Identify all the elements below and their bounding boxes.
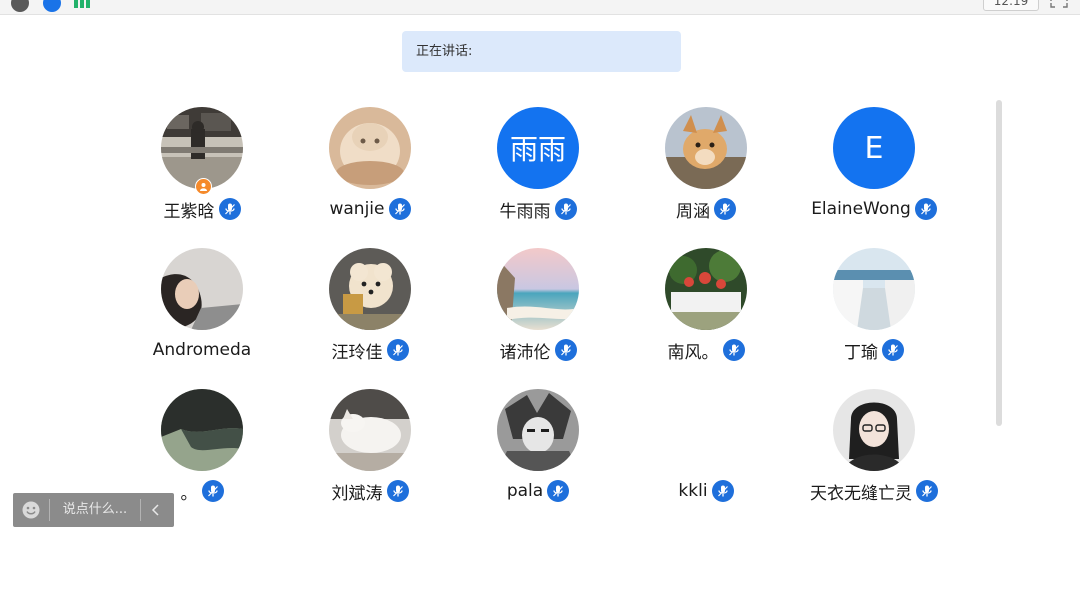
participant-name-line: 周涵	[622, 196, 790, 222]
participant-name: 周涵	[676, 201, 710, 222]
fullscreen-icon[interactable]	[1050, 0, 1068, 8]
participant-tile[interactable]: 诸沛伦	[454, 248, 622, 378]
participant-name-line: 王紫晗	[118, 196, 286, 222]
participant-tile[interactable]: pala	[454, 389, 622, 519]
participant-tile[interactable]: E ElaineWong	[790, 107, 958, 237]
clock-time: 12:19	[983, 0, 1039, 11]
participant-grid: 王紫晗 wanjie 雨雨 牛雨雨 周涵 E ElaineWong Androm…	[118, 0, 958, 604]
microphone-icon[interactable]	[201, 480, 224, 502]
participant-name-line: wanjie	[286, 196, 454, 222]
bar-grid-icon[interactable]	[74, 0, 92, 8]
microphone-icon[interactable]	[218, 198, 241, 220]
avatar[interactable]	[665, 107, 747, 189]
participant-name: 汪玲佳	[331, 342, 383, 363]
participant-name-line: ElaineWong	[790, 196, 958, 222]
avatar[interactable]	[329, 389, 411, 471]
microphone-icon[interactable]	[714, 198, 736, 220]
microphone-icon[interactable]	[916, 480, 938, 502]
participant-name-line: pala	[454, 478, 622, 504]
participant-name: 南风。	[667, 342, 719, 363]
participant-name: Andromeda	[152, 340, 252, 360]
microphone-icon[interactable]	[882, 339, 904, 361]
microphone-icon[interactable]	[711, 480, 734, 502]
participant-name: 天衣无缝亡灵	[810, 483, 912, 504]
vertical-scrollbar[interactable]	[996, 100, 1002, 426]
participant-name-line: 丁瑜	[790, 337, 958, 363]
microphone-icon[interactable]	[554, 339, 577, 361]
microphone-icon[interactable]	[554, 198, 577, 220]
participant-name-line: 牛雨雨	[454, 196, 622, 222]
participant-tile[interactable]: 王紫晗	[118, 107, 286, 237]
avatar-text: 雨雨	[509, 133, 566, 166]
participant-name: 丁瑜	[844, 342, 878, 363]
participant-tile[interactable]: wanjie	[286, 107, 454, 237]
avatar[interactable]: E	[833, 107, 915, 189]
participant-name: 刘斌涛	[331, 483, 383, 504]
participant-name-line: 天衣无缝亡灵	[790, 478, 958, 504]
chevron-left-icon[interactable]	[141, 493, 171, 527]
participant-name: wanjie	[329, 199, 385, 219]
avatar[interactable]	[497, 389, 579, 471]
info-icon[interactable]	[11, 0, 29, 12]
avatar[interactable]: 雨雨	[497, 107, 579, 189]
chat-input[interactable]: 说点什么...	[50, 493, 140, 527]
microphone-icon[interactable]	[388, 198, 411, 220]
participant-name-line: 诸沛伦	[454, 337, 622, 363]
avatar-text: E	[864, 130, 884, 166]
shield-icon[interactable]	[43, 0, 61, 12]
microphone-icon[interactable]	[386, 480, 409, 502]
participant-tile[interactable]: 汪玲佳	[286, 248, 454, 378]
avatar[interactable]	[329, 107, 411, 189]
avatar[interactable]	[665, 248, 747, 330]
microphone-icon[interactable]	[547, 480, 570, 502]
participant-tile[interactable]: 丁瑜	[790, 248, 958, 378]
participant-name-line: 刘斌涛	[286, 478, 454, 504]
participant-name: 牛雨雨	[499, 201, 551, 222]
participant-name: 诸沛伦	[499, 342, 551, 363]
host-badge	[195, 178, 212, 195]
participant-name-line: 汪玲佳	[286, 337, 454, 363]
avatar[interactable]	[161, 248, 243, 330]
chat-bar: 说点什么...	[13, 493, 174, 527]
participant-tile[interactable]: 周涵	[622, 107, 790, 237]
participant-name-line: Andromeda	[118, 337, 286, 363]
avatar[interactable]	[161, 389, 243, 471]
avatar[interactable]	[161, 107, 243, 189]
avatar[interactable]	[833, 248, 915, 330]
avatar[interactable]	[833, 389, 915, 471]
participant-tile[interactable]: 南风。	[622, 248, 790, 378]
participant-tile[interactable]: 天衣无缝亡灵	[790, 389, 958, 519]
participant-tile[interactable]: 雨雨 牛雨雨	[454, 107, 622, 237]
avatar[interactable]	[329, 248, 411, 330]
participant-tile[interactable]: 刘斌涛	[286, 389, 454, 519]
participant-tile[interactable]: Andromeda	[118, 248, 286, 378]
microphone-icon[interactable]	[386, 339, 409, 361]
participant-name: ElaineWong	[811, 199, 911, 219]
participant-name-line: 南风。	[622, 337, 790, 363]
participant-name: pala	[506, 481, 544, 501]
participant-tile[interactable]: kkli	[622, 389, 790, 519]
microphone-icon[interactable]	[914, 198, 937, 220]
avatar[interactable]	[497, 248, 579, 330]
participant-name-line: kkli	[622, 478, 790, 504]
emoji-icon[interactable]	[13, 493, 49, 527]
participant-name: 。	[180, 483, 198, 504]
participant-name: 王紫晗	[163, 201, 215, 222]
microphone-icon[interactable]	[722, 339, 745, 361]
participant-name: kkli	[678, 481, 708, 501]
